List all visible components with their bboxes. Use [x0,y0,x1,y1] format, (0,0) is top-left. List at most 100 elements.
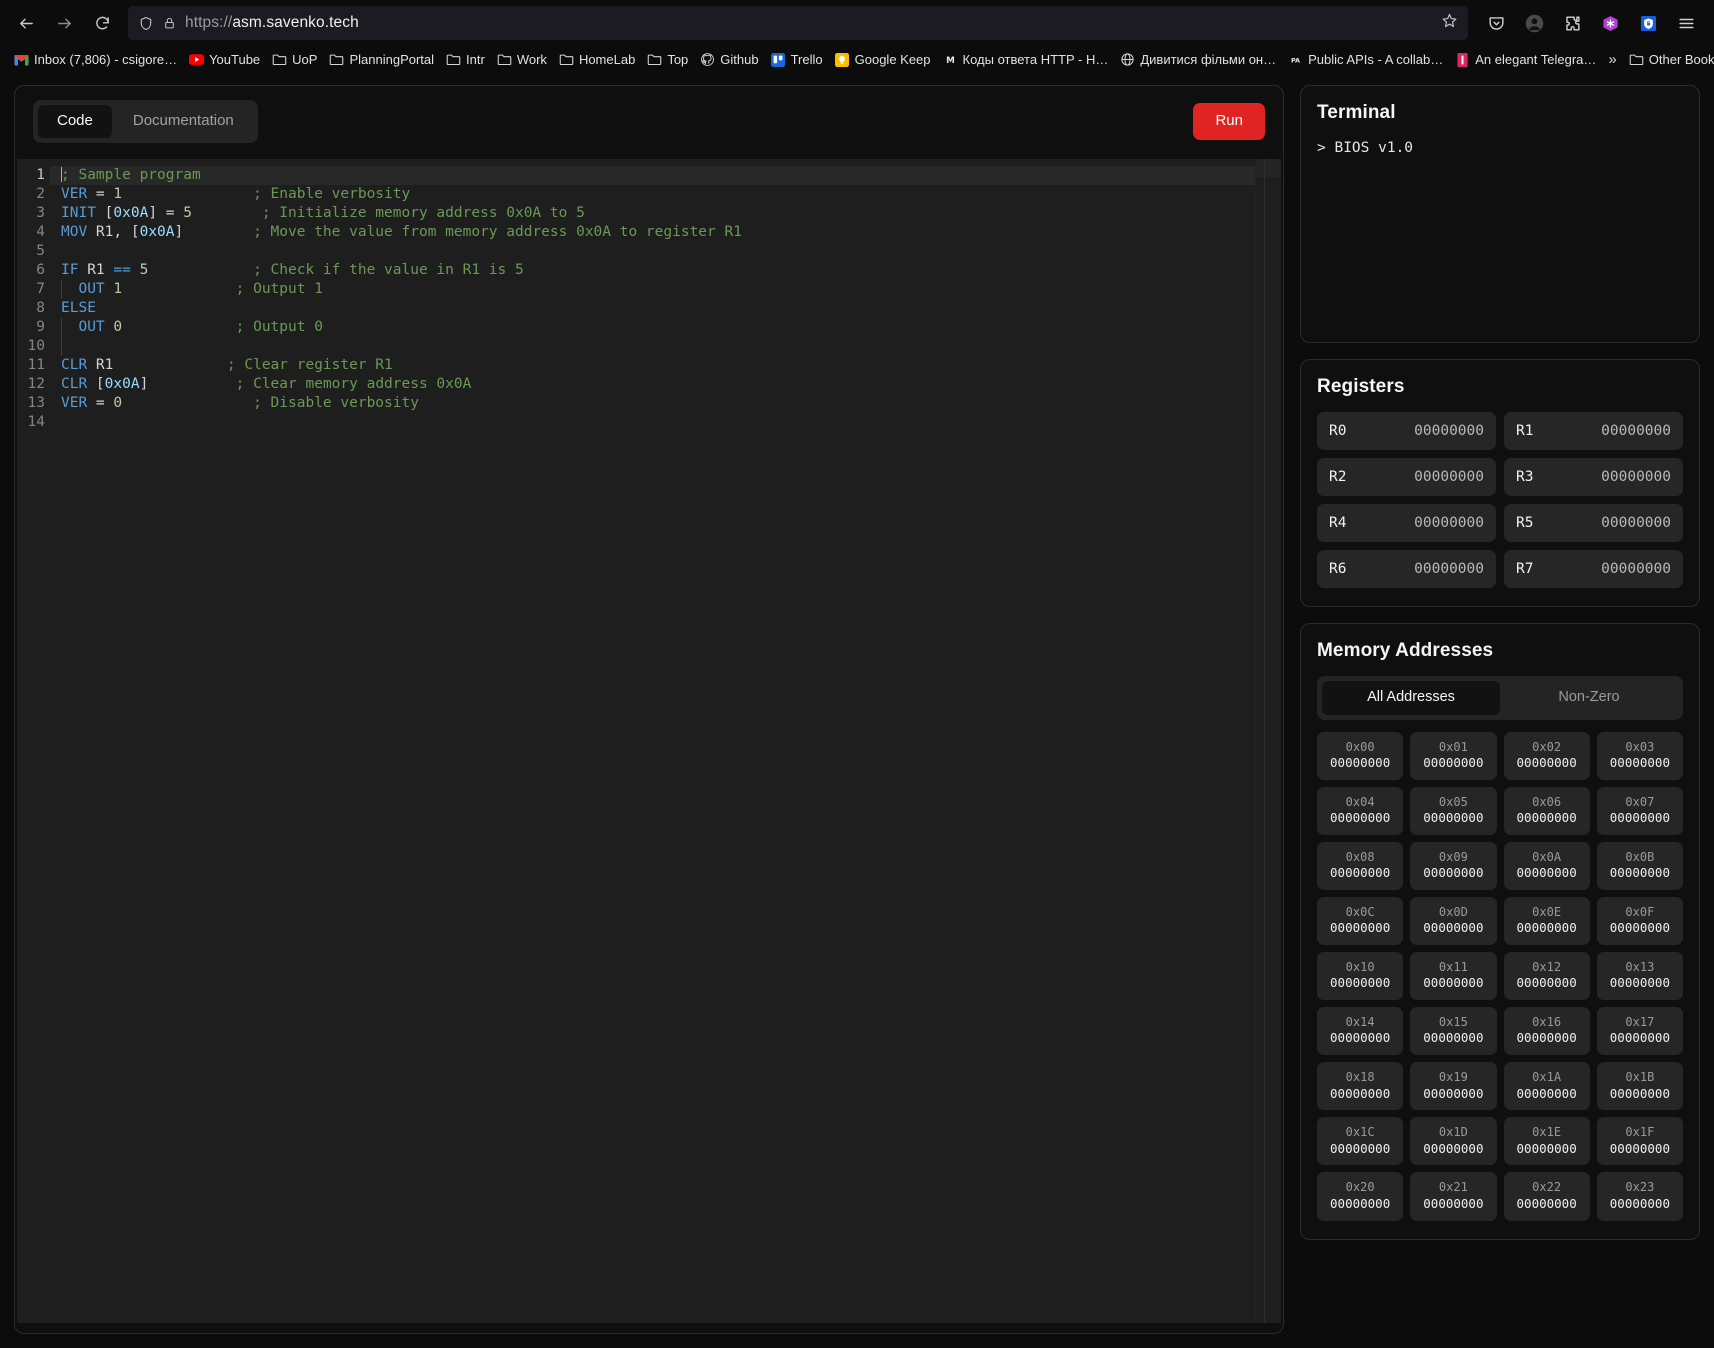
bookmark-item[interactable]: Inbox (7,806) - csigore… [8,49,183,70]
bookmark-item[interactable]: M Коды ответа HTTP - H… [937,49,1115,70]
memory-cell[interactable]: 0x0D 00000000 [1410,897,1497,946]
bookmark-item[interactable]: HomeLab [553,49,641,70]
bookmark-item[interactable]: Intr [440,49,491,70]
memory-cell[interactable]: 0x0F 00000000 [1596,897,1683,946]
memory-cell[interactable]: 0x1C 00000000 [1317,1117,1404,1166]
memory-cell[interactable]: 0x11 00000000 [1410,952,1497,1001]
code-token: OUT [78,318,105,335]
memory-cell[interactable]: 0x21 00000000 [1410,1172,1497,1221]
code-line[interactable]: VER = 0 ; Disable verbosity [50,394,1255,413]
bookmark-label: YouTube [209,52,261,67]
memory-cell[interactable]: 0x15 00000000 [1410,1007,1497,1056]
globe-icon [1120,52,1135,67]
memory-cell[interactable]: 0x08 00000000 [1317,842,1404,891]
code-line[interactable]: VER = 1 ; Enable verbosity [50,185,1255,204]
editor-scrollbar[interactable] [1255,158,1281,1323]
filter-non-zero[interactable]: Non-Zero [1500,681,1678,715]
memory-cell[interactable]: 0x13 00000000 [1596,952,1683,1001]
bookmark-item[interactable]: Google Keep [829,49,937,70]
code-token: ] [174,223,184,240]
memory-cell[interactable]: 0x0A 00000000 [1503,842,1590,891]
memory-cell[interactable]: 0x1F 00000000 [1596,1117,1683,1166]
reload-button[interactable] [84,6,120,40]
code-line[interactable]: OUT 1 ; Output 1 [50,279,1255,299]
memory-cell[interactable]: 0x03 00000000 [1596,731,1683,780]
memory-cell[interactable]: 0x20 00000000 [1317,1172,1404,1221]
bookmark-item[interactable]: Top [641,49,694,70]
code-line[interactable]: ELSE [50,299,1255,318]
code-line[interactable]: MOV R1, [0x0A] ; Move the value from mem… [50,223,1255,242]
code-line[interactable]: OUT 0 ; Output 0 [50,317,1255,337]
memory-cell[interactable]: 0x19 00000000 [1410,1062,1497,1111]
bookmark-item[interactable]: PA Public APIs - A collab… [1282,49,1449,70]
bookmarks-overflow-button[interactable]: » [1602,51,1622,68]
memory-cell[interactable]: 0x23 00000000 [1596,1172,1683,1221]
filter-all-addresses[interactable]: All Addresses [1322,681,1500,715]
memory-cell[interactable]: 0x14 00000000 [1317,1007,1404,1056]
memory-address: 0x1A [1532,1070,1562,1085]
code-line[interactable]: CLR [0x0A] ; Clear memory address 0x0A [50,375,1255,394]
memory-cell[interactable]: 0x00 00000000 [1317,731,1404,780]
run-button[interactable]: Run [1193,103,1265,140]
bookmark-item[interactable]: Дивитися фільми он… [1114,49,1282,70]
memory-cell[interactable]: 0x1D 00000000 [1410,1117,1497,1166]
account-avatar-icon[interactable] [1518,7,1550,39]
memory-cell[interactable]: 0x05 00000000 [1410,787,1497,836]
memory-cell[interactable]: 0x02 00000000 [1503,731,1590,780]
code-line[interactable]: CLR R1 ; Clear register R1 [50,356,1255,375]
tab-documentation[interactable]: Documentation [114,105,253,138]
code-area[interactable]: 1 2 3 4 5 6 7 8 9 10 11 12 13 14 ; Sample program VER … [17,159,1255,1324]
bookmark-item[interactable]: Work [491,49,553,70]
back-button[interactable] [8,6,44,40]
memory-filter-toggle: All Addresses Non-Zero [1317,676,1683,720]
extensions-puzzle-icon[interactable] [1556,7,1588,39]
memory-cell[interactable]: 0x22 00000000 [1503,1172,1590,1221]
bookmark-item[interactable]: YouTube [183,49,266,70]
memory-cell[interactable]: 0x1B 00000000 [1596,1062,1683,1111]
memory-cell[interactable]: 0x12 00000000 [1503,952,1590,1001]
pocket-icon[interactable] [1480,7,1512,39]
bookmark-item[interactable]: Trello [765,49,829,70]
bitwarden-shield-icon[interactable] [1632,7,1664,39]
code-line[interactable] [50,413,1255,432]
memory-cell[interactable]: 0x1E 00000000 [1503,1117,1590,1166]
memory-cell[interactable]: 0x01 00000000 [1410,731,1497,780]
forward-button[interactable] [46,6,82,40]
hamburger-menu-icon[interactable] [1670,7,1702,39]
register-name: R7 [1516,561,1534,577]
shield-icon[interactable] [138,15,154,32]
memory-cell[interactable]: 0x17 00000000 [1596,1007,1683,1056]
code-line[interactable]: ; Sample program [50,165,1255,185]
memory-cell[interactable]: 0x0B 00000000 [1596,842,1683,891]
bookmark-item[interactable]: UoP [266,49,323,70]
code-line[interactable]: INIT [0x0A] = 5 ; Initialize memory addr… [50,204,1255,223]
bookmark-item[interactable]: PlanningPortal [323,49,440,70]
code-line[interactable] [50,336,1255,356]
memory-cell[interactable]: 0x09 00000000 [1410,842,1497,891]
memory-address: 0x1D [1438,1125,1468,1140]
tab-code[interactable]: Code [38,105,112,138]
bookmark-item[interactable]: Github [694,49,764,70]
purple-cube-icon[interactable] [1594,7,1626,39]
memory-cell[interactable]: 0x10 00000000 [1317,952,1404,1001]
bookmark-star-icon[interactable] [1441,12,1458,34]
url-bar[interactable]: https://asm.savenko.tech [128,6,1468,40]
code-editor[interactable]: 1 2 3 4 5 6 7 8 9 10 11 12 13 14 ; Sample program VER … [17,158,1281,1324]
memory-cell[interactable]: 0x0E 00000000 [1503,897,1590,946]
memory-cell[interactable]: 0x1A 00000000 [1503,1062,1590,1111]
memory-cell[interactable]: 0x04 00000000 [1317,787,1404,836]
bookmark-item[interactable]: An elegant Telegra… [1449,49,1602,70]
memory-cell[interactable]: 0x06 00000000 [1503,787,1590,836]
code-token: R1, [ [87,223,140,240]
editor-scrollbar-thumb[interactable] [1256,158,1281,177]
memory-cell[interactable]: 0x16 00000000 [1503,1007,1590,1056]
terminal-panel: Terminal > BIOS v1.0 [1300,85,1700,343]
memory-cell[interactable]: 0x18 00000000 [1317,1062,1404,1111]
code-line[interactable] [50,242,1255,261]
other-bookmarks-button[interactable]: Other Bookmarks [1623,49,1714,70]
memory-cell[interactable]: 0x07 00000000 [1596,787,1683,836]
code-line[interactable]: IF R1 == 5 ; Check if the value in R1 is… [50,261,1255,280]
memory-cell[interactable]: 0x0C 00000000 [1317,897,1404,946]
code-lines[interactable]: ; Sample program VER = 1 ; Enable verbosi… [50,159,1255,1324]
